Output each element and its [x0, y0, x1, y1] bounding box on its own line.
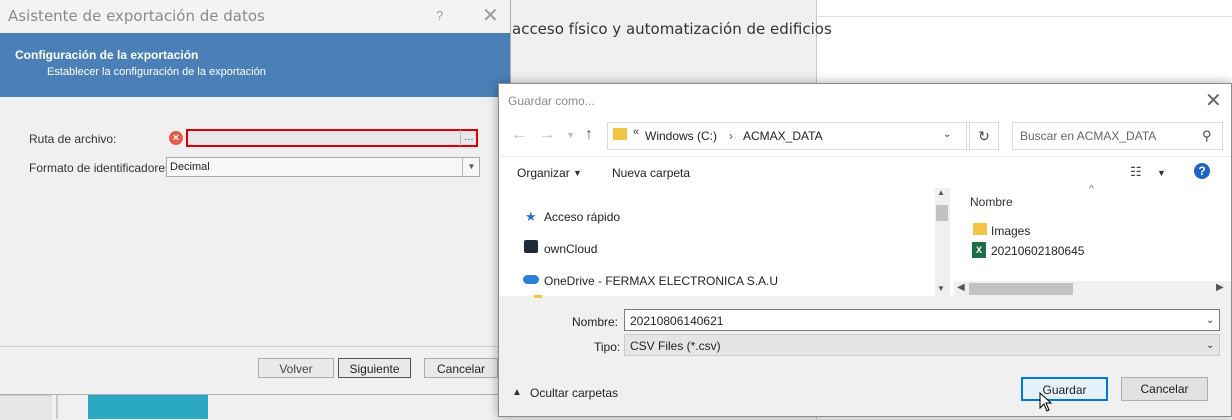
chevron-down-icon[interactable]: ⌄ [1206, 340, 1214, 351]
search-placeholder: Buscar en ACMAX_DATA [1020, 129, 1157, 143]
id-format-value: Decimal [170, 161, 210, 173]
chevron-down-icon[interactable]: ▼ [1157, 168, 1166, 178]
forward-arrow-icon[interactable]: → [539, 126, 555, 144]
up-arrow-icon[interactable]: ↑ [585, 126, 593, 144]
sort-ascending-icon: ^ [1089, 184, 1094, 195]
organize-menu[interactable]: Organizar [517, 166, 570, 180]
wizard-title: Asistente de exportación de datos [8, 7, 265, 25]
background-divider [818, 16, 1232, 17]
breadcrumb-separator[interactable]: › [729, 129, 733, 143]
column-header-name[interactable]: Nombre [970, 195, 1013, 209]
chevron-up-icon[interactable]: ▲ [937, 188, 945, 197]
banner-subtitle: Establecer la configuración de la export… [47, 66, 266, 78]
filetype-label: Tipo: [594, 340, 621, 354]
nav-item-owncloud[interactable]: ownCloud [544, 242, 597, 256]
close-icon[interactable]: ✕ [1205, 88, 1222, 113]
back-arrow-icon[interactable]: ← [511, 126, 527, 144]
folder-icon [534, 295, 542, 298]
wizard-footer-divider [0, 346, 510, 347]
filetype-value: CSV Files (*.csv) [630, 339, 721, 353]
file-path-input[interactable] [186, 129, 478, 147]
search-icon: ⚲ [1202, 128, 1212, 143]
id-format-label: Formato de identificadores: [29, 161, 175, 175]
save-button[interactable]: Guardar [1021, 377, 1108, 401]
cancel-button[interactable]: Cancelar [1121, 377, 1208, 401]
chevron-down-icon[interactable]: ▼ [462, 158, 480, 176]
breadcrumb-folder[interactable]: ACMAX_DATA [743, 129, 823, 143]
chevron-down-icon[interactable]: ▼ [573, 168, 582, 178]
chevron-down-icon[interactable]: ▼ [937, 284, 945, 293]
new-folder-button[interactable]: Nueva carpeta [612, 166, 690, 180]
next-button[interactable]: Siguiente [338, 358, 411, 378]
background-divider-2 [56, 395, 58, 419]
close-icon[interactable]: ✕ [482, 3, 499, 28]
save-dialog-title: Guardar como... [508, 94, 595, 108]
folder-icon [613, 128, 627, 140]
owncloud-icon [524, 240, 538, 253]
mouse-cursor-icon [1039, 392, 1053, 412]
excel-file-icon: X [972, 242, 986, 258]
chevron-right-icon[interactable]: ▶ [1216, 282, 1224, 293]
star-pin-icon: ★ [525, 209, 537, 224]
save-as-dialog: Guardar como... ✕ ← → ▼ ↑ « Windows (C:)… [498, 83, 1232, 417]
breadcrumb-overflow[interactable]: « [633, 126, 639, 138]
scrollbar-thumb[interactable] [936, 205, 948, 221]
banner-title: Configuración de la exportación [15, 48, 199, 62]
chevron-left-icon[interactable]: ◀ [957, 282, 965, 293]
refresh-icon[interactable]: ↻ [969, 122, 999, 150]
background-tab [0, 395, 52, 420]
file-toolbar [499, 156, 1231, 189]
back-button[interactable]: Volver [258, 358, 334, 378]
folder-icon [973, 223, 987, 235]
onedrive-cloud-icon [523, 275, 539, 284]
nav-item-onedrive[interactable]: OneDrive - FERMAX ELECTRONICA S.A.U [544, 274, 778, 288]
cancel-button[interactable]: Cancelar [424, 358, 498, 378]
chevron-down-icon[interactable]: ⌄ [943, 129, 951, 140]
list-item[interactable]: Images [991, 224, 1030, 238]
file-path-label: Ruta de archivo: [29, 132, 117, 146]
browse-button[interactable]: ... [460, 130, 477, 146]
nav-item-quick-access[interactable]: Acceso rápido [544, 210, 620, 224]
id-format-select[interactable] [166, 157, 480, 177]
wizard-banner [0, 33, 510, 97]
breadcrumb-drive[interactable]: Windows (C:) [645, 129, 717, 143]
save-titlebar[interactable] [499, 84, 1231, 116]
help-icon[interactable]: ? [1194, 163, 1210, 179]
list-item[interactable]: 20210602180645 [991, 244, 1084, 258]
background-heading: acceso físico y automatización de edific… [512, 20, 832, 38]
chevron-up-icon[interactable]: ▲ [512, 387, 522, 398]
view-options-icon[interactable]: ☷ [1130, 164, 1142, 180]
help-icon[interactable]: ? [436, 8, 443, 23]
chevron-down-icon[interactable]: ⌄ [1206, 315, 1214, 326]
recent-locations-icon[interactable]: ▼ [566, 130, 575, 140]
hide-folders-toggle[interactable]: Ocultar carpetas [530, 386, 618, 400]
filename-value: 20210806140621 [630, 314, 724, 328]
filename-label: Nombre: [572, 315, 619, 329]
background-teal-tile [88, 395, 208, 419]
error-icon: × [169, 131, 183, 145]
scrollbar-thumb[interactable] [969, 283, 1073, 295]
